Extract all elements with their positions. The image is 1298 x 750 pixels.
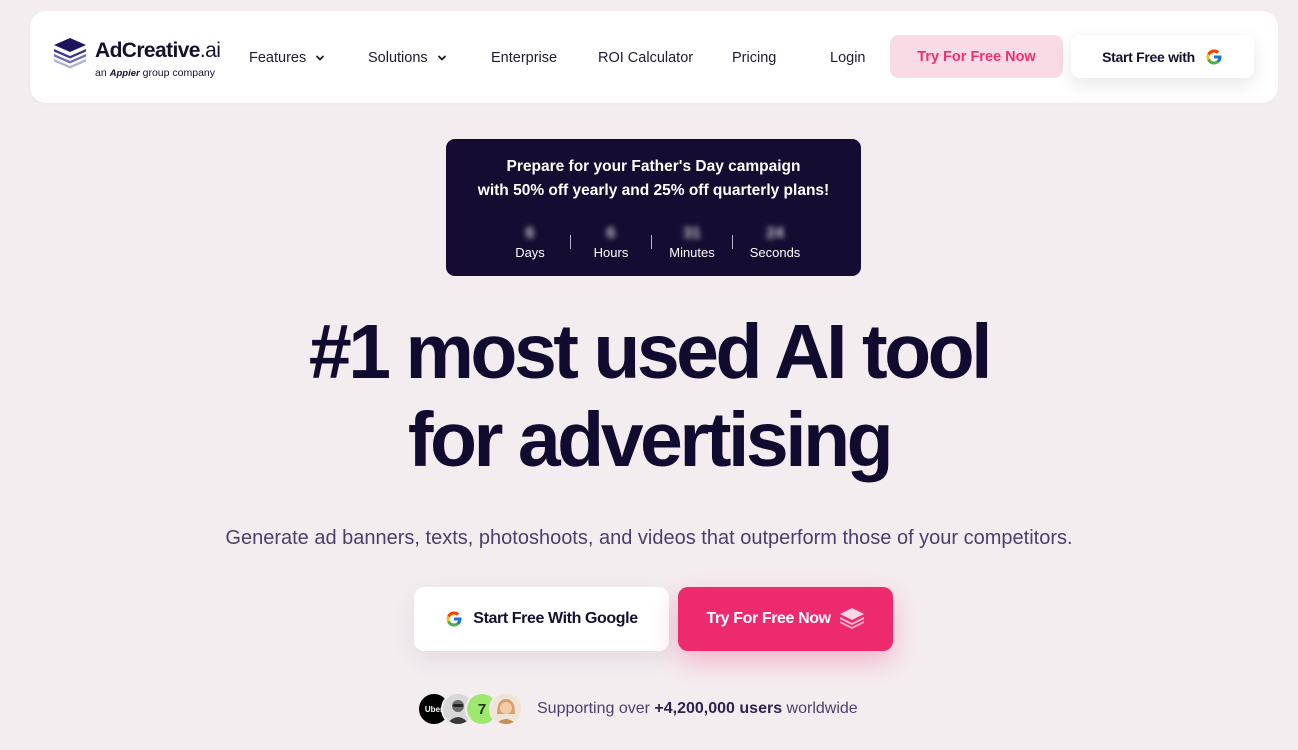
try-free-button-top[interactable]: Try For Free Now <box>890 35 1063 78</box>
chevron-down-icon <box>316 55 325 61</box>
countdown-days-label: Days <box>515 245 545 260</box>
countdown-seconds-label: Seconds <box>749 245 801 260</box>
logo-wordmark: AdCreative.ai <box>95 39 221 62</box>
promo-banner[interactable]: Prepare for your Father's Day campaign w… <box>446 139 861 276</box>
google-icon <box>1206 49 1222 64</box>
start-free-google-label: Start Free with <box>1102 48 1195 65</box>
start-free-google-button-label: Start Free With Google <box>473 610 638 627</box>
nav-pricing-label: Pricing <box>732 50 777 66</box>
try-free-button-top-label: Try For Free Now <box>917 48 1036 65</box>
layers-logo-icon <box>54 38 86 69</box>
countdown-minutes-value: 31 <box>683 225 701 242</box>
countdown-timer: 6 Days 6 Hours 31 Minutes 24 Seconds <box>446 225 861 261</box>
nav-features-label: Features <box>249 50 307 66</box>
countdown-days-value: 6 <box>525 225 535 242</box>
logo-tagline: an Appier group company <box>95 67 216 79</box>
countdown-hours-value: 6 <box>606 225 616 242</box>
hero-title-line-2: for advertising <box>407 397 894 483</box>
social-proof-pre: Supporting over <box>537 700 650 717</box>
nav-roi-calculator[interactable]: ROI Calculator <box>598 49 693 67</box>
nav-solutions[interactable]: Solutions <box>368 49 448 67</box>
countdown-days: 6 Days <box>495 225 565 260</box>
nav-login-label: Login <box>830 50 866 66</box>
promo-line-1: Prepare for your Father's Day campaign <box>506 158 801 175</box>
nav-pricing[interactable]: Pricing <box>732 49 776 67</box>
countdown-seconds-value: 24 <box>766 225 784 242</box>
countdown-minutes-label: Minutes <box>669 245 715 260</box>
wise-avatar-label: 7 <box>477 700 487 718</box>
countdown-divider <box>732 235 733 249</box>
nav-login[interactable]: Login <box>830 49 865 67</box>
try-free-button[interactable]: Try For Free Now <box>678 587 893 651</box>
nav-solutions-label: Solutions <box>368 50 428 66</box>
social-proof-post: worldwide <box>786 700 858 717</box>
countdown-divider <box>570 235 571 249</box>
user-avatar <box>489 692 523 726</box>
start-free-google-button-top[interactable]: Start Free with <box>1071 35 1254 78</box>
top-navbar: AdCreative.ai an Appier group company Fe… <box>30 11 1278 103</box>
nav-enterprise[interactable]: Enterprise <box>491 49 557 67</box>
hero-title-line-1: #1 most used AI tool <box>308 309 993 395</box>
person-icon <box>491 694 521 724</box>
nav-features[interactable]: Features <box>249 49 326 67</box>
social-proof-text: Supporting over +4,200,000 users worldwi… <box>537 700 858 718</box>
nav-roi-calculator-label: ROI Calculator <box>598 50 694 66</box>
chevron-down-icon <box>437 55 446 61</box>
hero-title: #1 most used AI tool for advertising <box>0 308 1298 484</box>
google-icon <box>446 611 462 627</box>
nav-enterprise-label: Enterprise <box>491 50 558 66</box>
user-count: +4,200,000 users <box>654 700 783 717</box>
adcreative-logo[interactable]: AdCreative.ai an Appier group company <box>53 35 223 81</box>
countdown-hours: 6 Hours <box>576 225 646 260</box>
countdown-seconds: 24 Seconds <box>740 225 810 260</box>
stack-icon <box>839 608 864 629</box>
countdown-hours-label: Hours <box>593 245 629 260</box>
hero-subtitle: Generate ad banners, texts, photoshoots,… <box>225 527 1073 549</box>
countdown-divider <box>651 235 652 249</box>
try-free-button-label: Try For Free Now <box>706 610 831 627</box>
countdown-minutes: 31 Minutes <box>657 225 727 260</box>
promo-line-2: with 50% off yearly and 25% off quarterl… <box>477 182 830 199</box>
start-free-google-button[interactable]: Start Free With Google <box>414 587 669 651</box>
